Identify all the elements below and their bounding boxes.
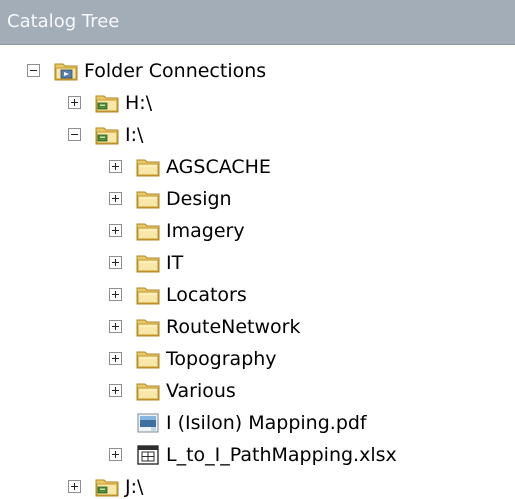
folder-icon — [136, 316, 162, 343]
panel-title: Catalog Tree — [7, 11, 120, 32]
tree-item-label[interactable]: IT — [166, 251, 183, 275]
tree-item-label[interactable]: Design — [166, 187, 232, 211]
tree-item-topography[interactable]: Topography — [0, 343, 515, 375]
expand-toggle-icon[interactable] — [68, 480, 81, 493]
folder-icon — [136, 252, 162, 279]
tree-item-i-drive[interactable]: I:\ — [0, 119, 515, 151]
tree-item-it[interactable]: IT — [0, 247, 515, 279]
tree-item-label[interactable]: AGSCACHE — [166, 155, 271, 179]
tree-item-label[interactable]: Imagery — [166, 219, 245, 243]
spreadsheet-icon — [136, 444, 162, 471]
expand-toggle-icon[interactable] — [109, 288, 122, 301]
tree-item-locators[interactable]: Locators — [0, 279, 515, 311]
tree-item-isilon-mapping-pdf[interactable]: I (Isilon) Mapping.pdf — [0, 407, 515, 439]
tree-item-label[interactable]: L_to_I_PathMapping.xlsx — [166, 443, 397, 467]
catalog-tree: Folder Connections H:\ I:\ AGSCACHE Design Im… — [0, 45, 515, 499]
tree-item-agscache[interactable]: AGSCACHE — [0, 151, 515, 183]
panel-title-bar: Catalog Tree — [0, 0, 515, 45]
expand-toggle-icon[interactable] — [109, 352, 122, 365]
folder-connections-icon — [54, 60, 80, 87]
expand-toggle-icon[interactable] — [109, 192, 122, 205]
tree-item-design[interactable]: Design — [0, 183, 515, 215]
collapse-toggle-icon[interactable] — [27, 64, 40, 77]
tree-item-label[interactable]: Locators — [166, 283, 247, 307]
tree-item-label[interactable]: Various — [166, 379, 236, 403]
tree-item-various[interactable]: Various — [0, 375, 515, 407]
tree-item-label[interactable]: H:\ — [125, 91, 152, 115]
catalog-tree-panel: Catalog Tree Folder Connections H:\ I:\ AGS… — [0, 0, 515, 499]
expand-toggle-icon[interactable] — [109, 384, 122, 397]
folder-icon — [136, 220, 162, 247]
tree-item-path-mapping-xlsx[interactable]: L_to_I_PathMapping.xlsx — [0, 439, 515, 471]
collapse-toggle-icon[interactable] — [68, 128, 81, 141]
tree-item-label[interactable]: I:\ — [125, 123, 143, 147]
expand-toggle-icon[interactable] — [109, 160, 122, 173]
tree-item-label[interactable]: RouteNetwork — [166, 315, 300, 339]
folder-icon — [136, 156, 162, 183]
expand-toggle-icon[interactable] — [109, 256, 122, 269]
folder-connection-icon — [95, 124, 121, 151]
folder-connection-icon — [95, 92, 121, 119]
pdf-file-icon — [136, 412, 162, 439]
tree-item-label[interactable]: J:\ — [125, 475, 143, 499]
expand-toggle-icon[interactable] — [109, 320, 122, 333]
folder-icon — [136, 348, 162, 375]
expand-toggle-icon[interactable] — [109, 224, 122, 237]
tree-item-routenetwork[interactable]: RouteNetwork — [0, 311, 515, 343]
folder-icon — [136, 380, 162, 407]
tree-item-label[interactable]: I (Isilon) Mapping.pdf — [166, 411, 367, 435]
folder-connection-icon — [95, 476, 121, 499]
tree-item-folder-connections[interactable]: Folder Connections — [0, 55, 515, 87]
tree-item-label[interactable]: Topography — [166, 347, 277, 371]
tree-item-label[interactable]: Folder Connections — [84, 59, 266, 83]
folder-icon — [136, 188, 162, 215]
expand-toggle-icon[interactable] — [68, 96, 81, 109]
tree-item-j-drive[interactable]: J:\ — [0, 471, 515, 499]
tree-item-imagery[interactable]: Imagery — [0, 215, 515, 247]
expand-toggle-icon[interactable] — [109, 448, 122, 461]
tree-item-h-drive[interactable]: H:\ — [0, 87, 515, 119]
folder-icon — [136, 284, 162, 311]
